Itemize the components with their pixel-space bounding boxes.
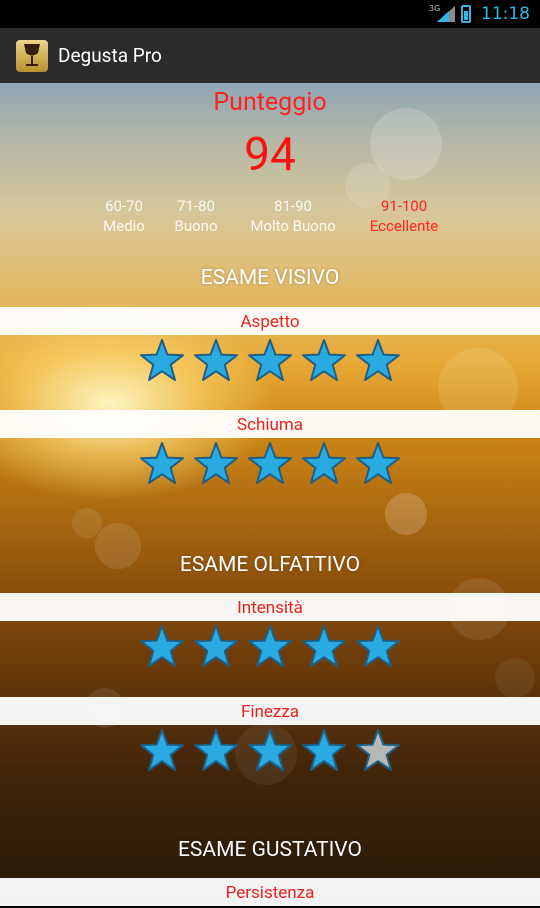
score-title: Punteggio (213, 88, 327, 117)
star-filled-icon[interactable] (301, 728, 347, 774)
legend-item-molto-buono: 81-90 Molto Buono (233, 196, 353, 236)
battery-icon (461, 5, 471, 23)
star-filled-icon[interactable] (247, 624, 293, 670)
star-filled-icon[interactable] (193, 728, 239, 774)
criterion-label-persistenza: Persistenza (0, 878, 540, 906)
score-value: 94 (244, 128, 296, 182)
star-filled-icon[interactable] (301, 624, 347, 670)
legend-range: 81-90 (274, 197, 312, 215)
score-legend: 60-70 Medio 71-80 Buono 81-90 Molto Buon… (0, 196, 540, 240)
app-title: Degusta Pro (58, 44, 162, 67)
star-filled-icon[interactable] (139, 338, 185, 384)
star-filled-icon[interactable] (139, 624, 185, 670)
criterion-label-aspetto: Aspetto (0, 307, 540, 335)
legend-label: Eccellente (369, 217, 439, 235)
rating-finezza (0, 728, 540, 778)
star-filled-icon[interactable] (193, 338, 239, 384)
action-bar: Degusta Pro (0, 28, 540, 84)
star-filled-icon[interactable] (139, 728, 185, 774)
wine-glass-icon[interactable] (16, 39, 48, 72)
star-empty-icon[interactable] (355, 728, 401, 774)
section-title-esame-visivo: ESAME VISIVO (200, 266, 340, 290)
rating-intensita (0, 624, 540, 674)
status-bar: 3G 11:18 (0, 0, 540, 28)
criterion-label-schiuma: Schiuma (0, 410, 540, 438)
star-filled-icon[interactable] (301, 338, 347, 384)
rating-aspetto (0, 338, 540, 388)
star-filled-icon[interactable] (247, 441, 293, 487)
network-type: 3G (429, 4, 441, 13)
legend-item-eccellente: 91-100 Eccellente (344, 196, 464, 236)
star-filled-icon[interactable] (139, 441, 185, 487)
criterion-label-intensita: Intensità (0, 593, 540, 621)
section-title-esame-olfattivo: ESAME OLFATTIVO (179, 553, 361, 577)
legend-label: Molto Buono (250, 217, 336, 235)
rating-schiuma (0, 441, 540, 491)
star-filled-icon[interactable] (355, 338, 401, 384)
section-title-esame-gustativo: ESAME GUSTATIVO (178, 838, 362, 862)
clock: 11:18 (481, 4, 530, 24)
legend-range: 91-100 (380, 197, 428, 215)
signal-icon: 3G (429, 4, 455, 22)
criterion-label-finezza: Finezza (0, 697, 540, 725)
star-filled-icon[interactable] (301, 441, 347, 487)
star-filled-icon[interactable] (247, 728, 293, 774)
star-filled-icon[interactable] (247, 338, 293, 384)
star-filled-icon[interactable] (355, 441, 401, 487)
star-filled-icon[interactable] (193, 441, 239, 487)
star-filled-icon[interactable] (193, 624, 239, 670)
star-filled-icon[interactable] (355, 624, 401, 670)
